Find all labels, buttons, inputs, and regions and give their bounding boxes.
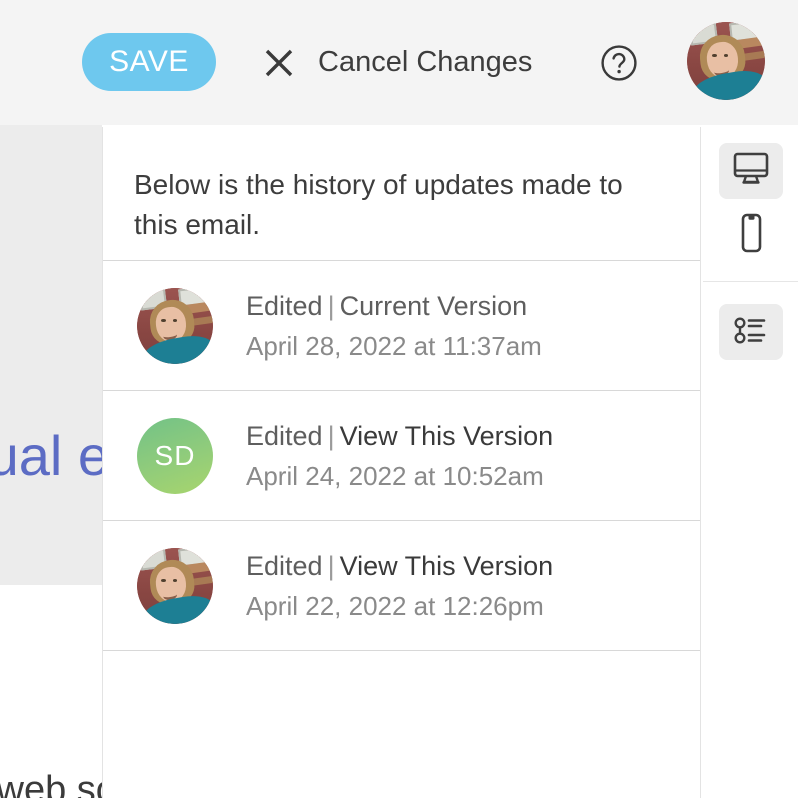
user-avatar-button[interactable]: [687, 22, 765, 100]
top-toolbar: SAVE Cancel Changes: [0, 0, 798, 125]
rail-group-history: [703, 282, 798, 378]
email-hero-block: [0, 125, 102, 585]
version-history-button[interactable]: [718, 304, 783, 360]
email-preview-canvas: Annual email template AAA web solution t…: [0, 125, 102, 798]
preview-mode-rail: [703, 127, 798, 798]
history-action-label: Edited: [246, 421, 323, 451]
history-row-date: April 22, 2022 at 12:26pm: [246, 591, 544, 621]
desktop-preview-button[interactable]: [718, 143, 783, 199]
panel-empty-space: [103, 651, 700, 798]
cancel-changes-button[interactable]: Cancel Changes: [263, 40, 532, 85]
history-row-date: April 28, 2022 at 11:37am: [246, 331, 542, 361]
save-button[interactable]: SAVE: [82, 33, 216, 91]
mobile-preview-button[interactable]: [719, 207, 783, 263]
panel-intro-text: Below is the history of updates made to …: [134, 169, 623, 240]
history-row-text: Edited | Current Version April 28, 2022 at…: [246, 289, 542, 362]
panel-intro: Below is the history of updates made to …: [103, 127, 700, 261]
avatar-initials: SD: [154, 439, 196, 471]
history-action-label: Edited: [246, 551, 323, 581]
history-row-text: Edited | View This Version April 24, 2022 …: [246, 419, 553, 492]
history-row-title: Edited | View This Version: [246, 549, 553, 583]
avatar: [137, 287, 213, 364]
question-mark-circle-icon[interactable]: [600, 44, 638, 82]
email-headline: Annual email template: [0, 424, 102, 487]
history-separator: |: [327, 551, 335, 581]
version-history-icon: [731, 312, 771, 353]
version-link[interactable]: View This Version: [340, 551, 554, 581]
avatar: SD: [137, 417, 213, 494]
history-row-date: April 24, 2022 at 10:52am: [246, 461, 544, 491]
history-row[interactable]: Edited | View This Version April 22, 2022 …: [103, 521, 700, 651]
close-x-icon: [263, 47, 295, 79]
history-row-text: Edited | View This Version April 22, 2022 …: [246, 549, 553, 622]
mobile-phone-icon: [731, 212, 771, 259]
history-action-label: Edited: [246, 291, 323, 321]
history-row[interactable]: Edited | Current Version April 28, 2022 at…: [103, 261, 700, 391]
version-history-panel: Below is the history of updates made to …: [102, 127, 701, 798]
history-row-title: Edited | View This Version: [246, 419, 553, 453]
email-body-text: AAA web solution the design: [0, 769, 102, 798]
user-avatar-photo: [137, 287, 213, 364]
history-separator: |: [327, 291, 335, 321]
rail-group-devices: [703, 127, 798, 282]
history-separator: |: [327, 421, 335, 451]
history-row-title: Edited | Current Version: [246, 289, 542, 323]
avatar: [137, 547, 213, 624]
user-avatar-photo: [137, 547, 213, 624]
history-row[interactable]: SD Edited | View This Version April 24, 20…: [103, 391, 700, 521]
version-link[interactable]: Current Version: [340, 291, 528, 321]
app-root: Annual email template AAA web solution t…: [0, 0, 798, 798]
version-link[interactable]: View This Version: [340, 421, 554, 451]
desktop-monitor-icon: [731, 151, 771, 192]
user-avatar-photo: [687, 22, 765, 100]
cancel-changes-label: Cancel Changes: [318, 46, 533, 78]
